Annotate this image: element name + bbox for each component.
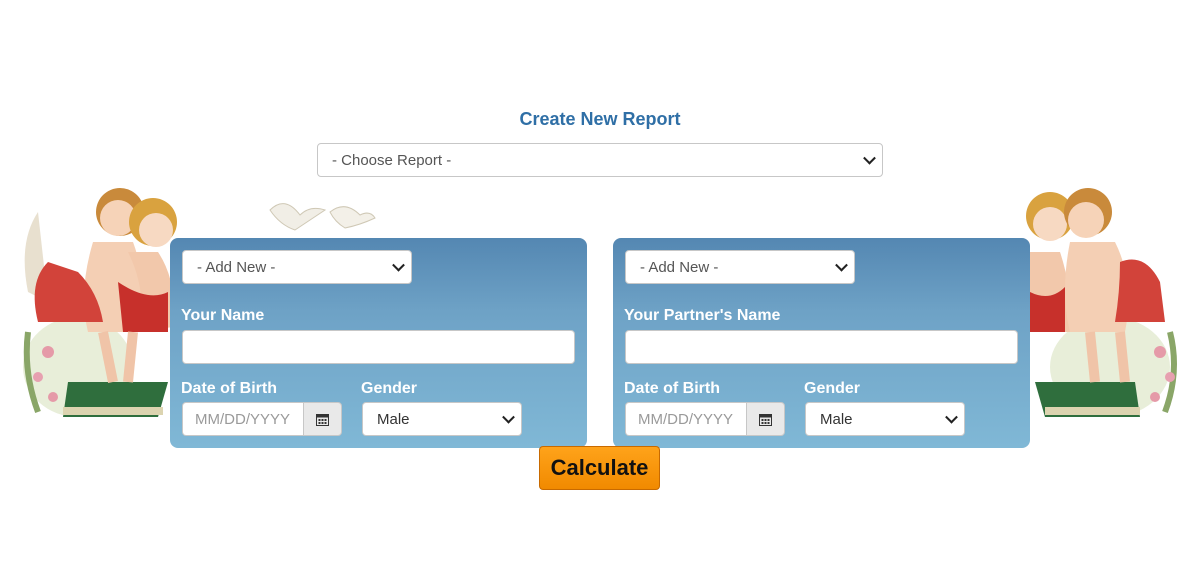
calendar-icon xyxy=(316,413,329,426)
chevron-down-icon xyxy=(863,151,876,165)
calendar-button[interactable] xyxy=(303,402,342,436)
date-of-birth-label: Date of Birth xyxy=(181,380,277,397)
partner-calendar-button[interactable] xyxy=(746,402,785,436)
chevron-down-icon xyxy=(392,258,405,272)
cherubs-illustration-right xyxy=(1025,188,1177,417)
your-name-label: Your Name xyxy=(181,307,265,324)
your-details-panel: - Add New - Your Name Date of Birth Gend… xyxy=(170,238,587,448)
partner-date-of-birth-label: Date of Birth xyxy=(624,380,720,397)
choose-report-select[interactable]: - Choose Report - xyxy=(317,143,883,177)
partner-gender-value: Male xyxy=(820,410,853,428)
gender-select[interactable]: Male xyxy=(362,402,522,436)
partner-date-of-birth-placeholder: MM/DD/YYYY xyxy=(638,410,734,428)
calendar-icon xyxy=(759,413,772,426)
partner-name-input[interactable] xyxy=(625,330,1018,364)
partner-gender-select[interactable]: Male xyxy=(805,402,965,436)
date-of-birth-placeholder: MM/DD/YYYY xyxy=(195,410,291,428)
chevron-down-icon xyxy=(945,410,958,424)
partner-date-of-birth-input[interactable]: MM/DD/YYYY xyxy=(625,402,746,436)
report-page: Create New Report - Choose Report - - Ad… xyxy=(0,0,1200,588)
add-new-person-select[interactable]: - Add New - xyxy=(182,250,412,284)
gender-value: Male xyxy=(377,410,410,428)
calculate-button[interactable]: Calculate xyxy=(539,446,660,490)
partner-name-label: Your Partner's Name xyxy=(624,307,781,324)
your-name-input[interactable] xyxy=(182,330,575,364)
chevron-down-icon xyxy=(835,258,848,272)
partner-details-panel: - Add New - Your Partner's Name Date of … xyxy=(613,238,1030,448)
choose-report-value: - Choose Report - xyxy=(332,151,452,169)
gender-label: Gender xyxy=(361,380,418,397)
add-new-partner-select[interactable]: - Add New - xyxy=(625,250,855,284)
partner-gender-label: Gender xyxy=(804,380,861,397)
date-of-birth-input[interactable]: MM/DD/YYYY xyxy=(182,402,303,436)
cherubs-illustration-left xyxy=(23,188,177,417)
add-new-value: - Add New - xyxy=(197,258,276,276)
page-title: Create New Report xyxy=(519,109,681,129)
chevron-down-icon xyxy=(502,410,515,424)
doves-illustration xyxy=(269,203,376,231)
add-new-value: - Add New - xyxy=(640,258,719,276)
